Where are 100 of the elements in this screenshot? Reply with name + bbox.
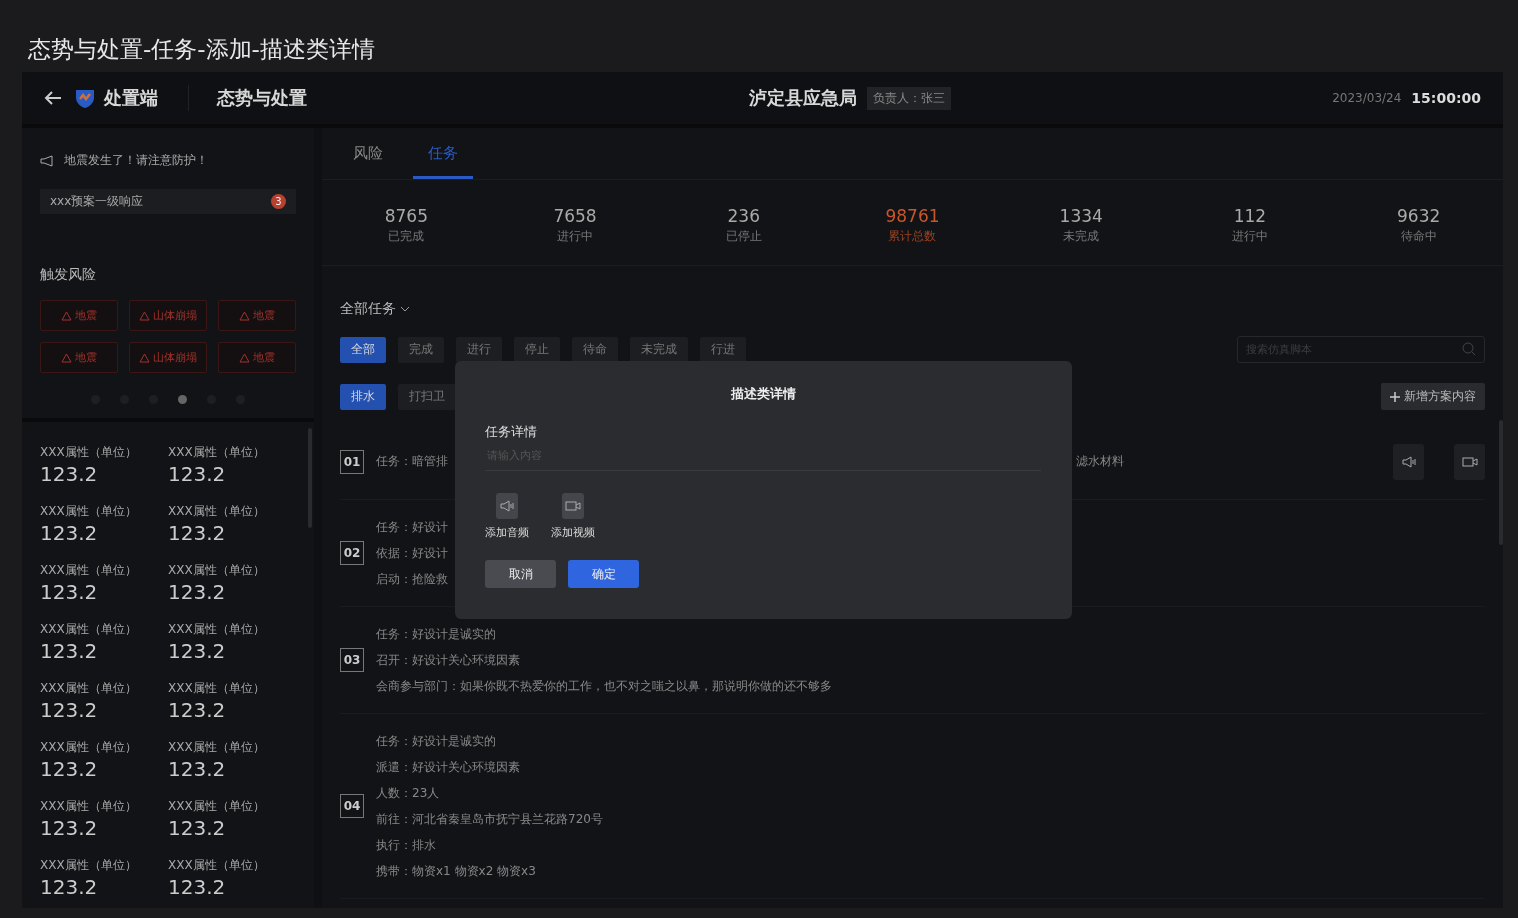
warning-icon [61,352,72,363]
filter-chip[interactable]: 停止 [514,336,560,363]
property-value: 123.2 [168,874,227,900]
property-value: 123.2 [40,579,99,605]
cancel-button[interactable]: 取消 [485,560,556,588]
task-detail: 任务：好设计是诚实的 [376,732,496,750]
filter-chip[interactable]: 进行 [456,336,502,363]
app-name: 处置端 [104,86,158,110]
filter-chip[interactable]: 未完成 [630,336,688,363]
back-arrow-icon[interactable] [44,90,62,106]
property-label: XXX属性（单位） [168,680,266,697]
task-detail: 召开：好设计关心环境因素 [376,651,520,669]
stat-value: 7658 [553,206,597,226]
property-label: XXX属性（单位） [168,562,266,579]
stat-value: 9632 [1397,206,1441,226]
filter-chip[interactable]: 完成 [398,336,444,363]
property-value: 123.2 [168,697,227,723]
property-value: 123.2 [40,697,99,723]
warning-icon [139,352,150,363]
property-value: 123.2 [168,461,227,487]
warning-icon [239,310,250,321]
risk-tag[interactable]: 山体崩塌 [129,342,207,373]
stat-value: 1334 [1059,206,1103,226]
stat-label: 待命中 [1400,228,1437,245]
speaker-icon [500,500,514,512]
page-title: 态势与处置-任务-添加-描述类详情 [27,35,376,64]
add-video-button[interactable]: 添加视频 [551,493,595,540]
task-detail: 任务：好设计是诚实的 [376,625,496,643]
property-value: 123.2 [168,579,227,605]
property-label: XXX属性（单位） [168,444,266,461]
property-label: XXX属性（单位） [168,503,266,520]
date-text: 2023/03/24 [1332,91,1402,105]
warning-icon [61,310,72,321]
task-detail: 会商参与部门：如果你既不热爱你的工作，也不对之嗤之以鼻，那说明你做的还不够多 [376,677,832,695]
property-label: XXX属性（单位） [40,621,138,638]
stat-label: 未完成 [1063,228,1100,245]
property-value: 123.2 [40,638,99,664]
org-name: 泸定县应急局 [748,86,857,110]
risk-tag[interactable]: 地震 [40,342,118,373]
task-filter-dropdown[interactable]: 全部任务 [340,300,1485,318]
module-title: 态势与处置 [217,86,307,110]
video-button[interactable] [1454,443,1485,480]
stat-label: 进行中 [1231,228,1268,245]
task-detail: 依据：好设计 [376,544,448,562]
task-number: 03 [340,648,364,672]
field-label: 任务详情 [485,423,538,441]
property-value: 123.2 [168,520,227,546]
task-number: 02 [340,541,364,565]
risk-tag[interactable]: 地震 [218,342,296,373]
task-number: 01 [340,449,364,474]
property-value: 123.2 [168,815,227,841]
stat-label: 已完成 [388,228,425,245]
type-chip[interactable]: 排水 [340,383,386,410]
warning-icon [139,310,150,321]
property-value: 123.2 [40,461,99,487]
stat-value: 98761 [885,206,940,226]
speaker-icon [1401,455,1416,468]
filter-chip[interactable]: 全部 [340,336,386,363]
add-audio-button[interactable]: 添加音频 [485,493,529,540]
count-badge: 3 [271,194,286,209]
filter-chip[interactable]: 待命 [572,336,618,363]
section-title: 触发风险 [40,266,97,284]
risk-tag[interactable]: 山体崩塌 [129,300,207,331]
add-plan-button[interactable]: 新增方案内容 [1381,383,1485,410]
tab[interactable]: 任务 [413,128,473,179]
risk-tag[interactable]: 地震 [218,300,296,331]
page-dot[interactable] [178,395,187,404]
dialog-title: 描述类详情 [730,385,797,403]
property-value: 123.2 [40,815,99,841]
task-detail: 滤水材料 [1076,453,1124,470]
task-detail: 任务：好设计 [376,518,448,536]
audio-button[interactable] [1393,443,1424,480]
plan-item[interactable]: xxx预案一级响应 3 [40,189,296,214]
owner-tag: 负责人：张三 [866,86,951,110]
property-value: 123.2 [40,874,99,900]
property-label: XXX属性（单位） [168,798,266,815]
filter-chip[interactable]: 行进 [700,336,746,363]
tab[interactable]: 风险 [338,128,398,179]
property-value: 123.2 [168,756,227,782]
caret-icon [400,306,410,312]
task-detail: 执行：排水 [376,836,436,854]
property-label: XXX属性（单位） [40,562,138,579]
stat-value: 236 [727,206,760,226]
property-label: XXX属性（单位） [168,857,266,874]
search-icon [1462,342,1476,356]
plus-icon [1390,391,1400,402]
task-detail: 启动：抢险救 [376,570,448,588]
risk-tag[interactable]: 地震 [40,300,118,331]
notice-text: 地震发生了！请注意防护！ [64,152,208,169]
camera-icon [1461,455,1478,468]
type-chip[interactable]: 打扫卫 [398,383,456,410]
plan-label: xxx预案一级响应 [50,193,144,210]
property-label: XXX属性（单位） [40,503,138,520]
property-label: XXX属性（单位） [40,739,138,756]
stat-label: 累计总数 [888,228,937,245]
task-number: 04 [340,794,364,818]
time-text: 15:00:00 [1411,90,1481,106]
task-detail: 派遣：好设计关心环境因素 [376,758,520,776]
confirm-button[interactable]: 确定 [568,560,639,588]
task-detail: 携带：物资x1 物资x2 物资x3 [376,862,536,880]
